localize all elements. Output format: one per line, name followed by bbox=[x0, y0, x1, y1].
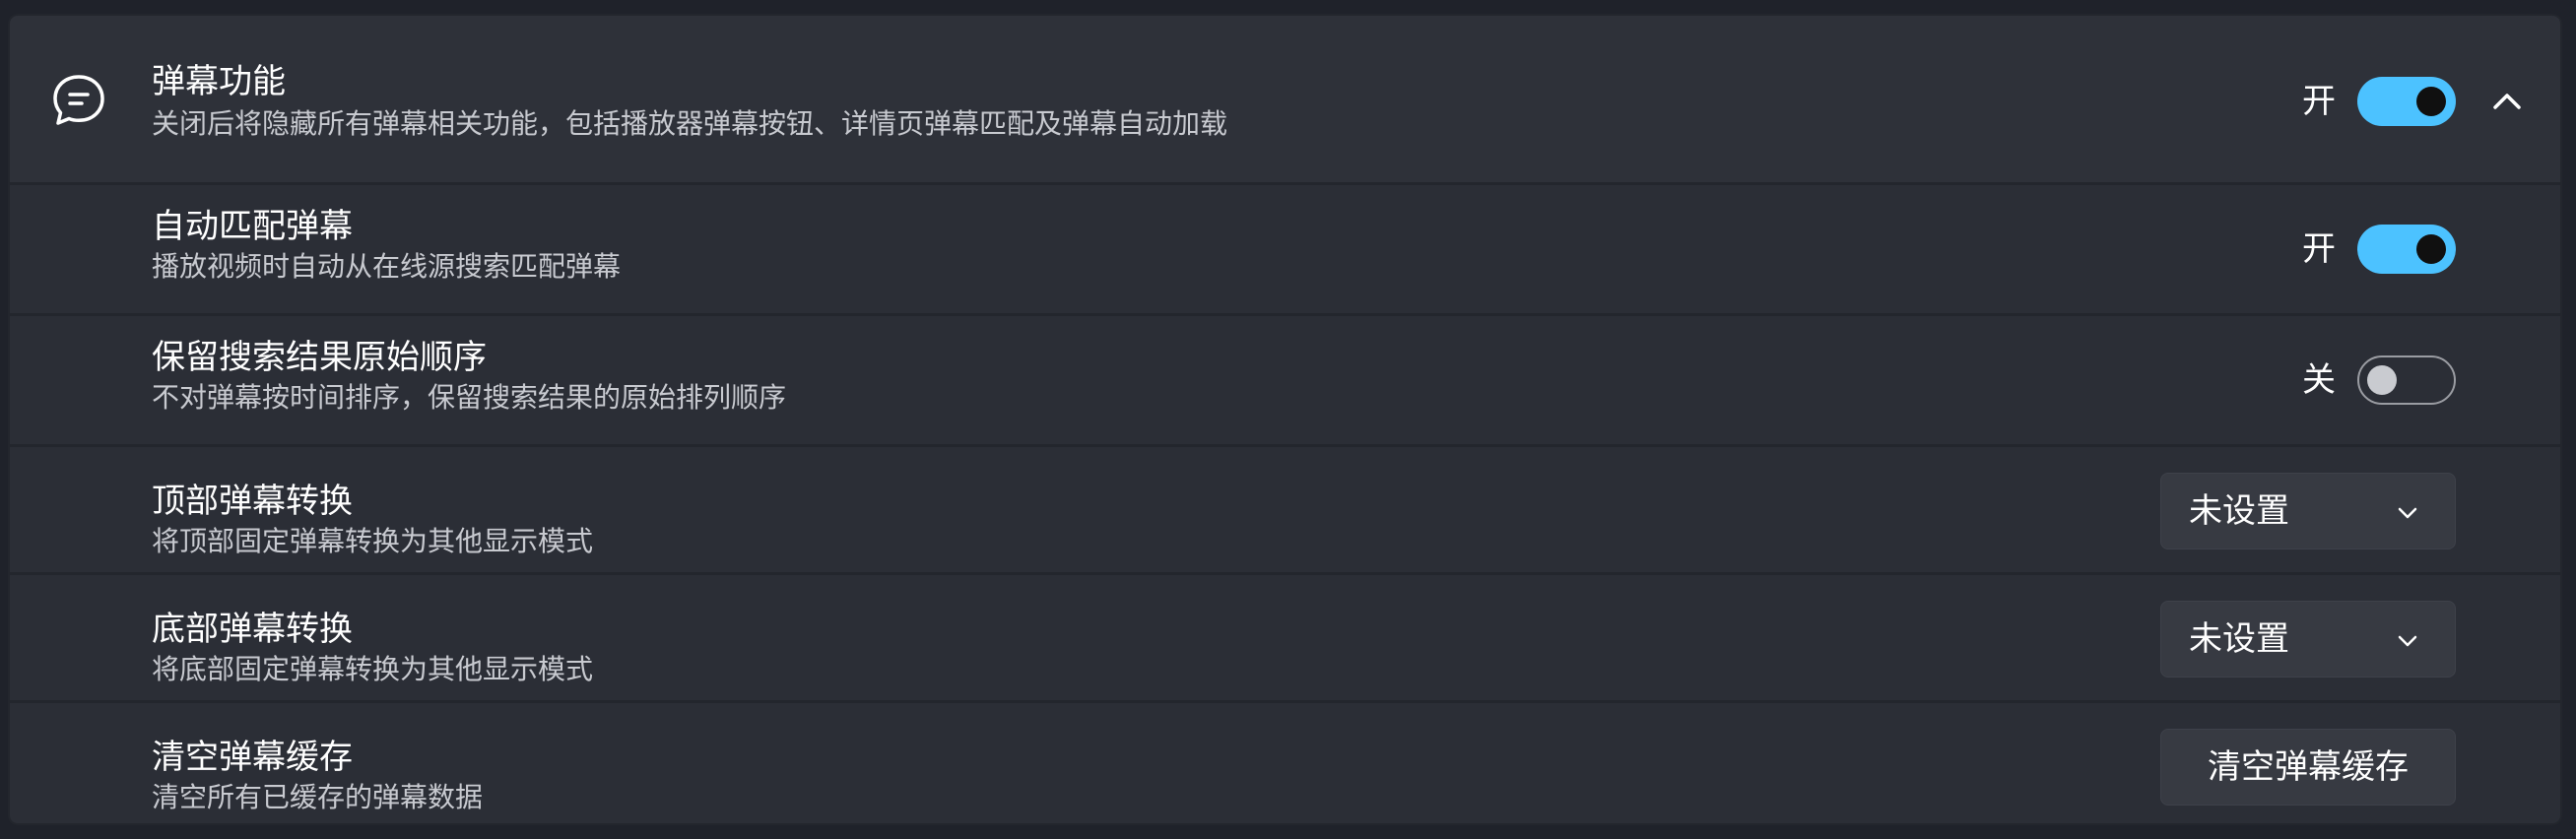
danmaku-feature-header[interactable]: 弹幕功能 关闭后将隐藏所有弹幕相关功能，包括播放器弹幕按钮、详情页弹幕匹配及弹幕… bbox=[10, 16, 2560, 185]
danmaku-feature-title: 弹幕功能 bbox=[152, 62, 286, 101]
setting-state-label: 关 bbox=[2302, 360, 2336, 400]
setting-row-top-convert: 顶部弹幕转换 将顶部固定弹幕转换为其他显示模式 未设置 bbox=[10, 447, 2560, 575]
dropdown-selected-value: 未设置 bbox=[2189, 619, 2289, 659]
clear-cache-button[interactable]: 清空弹幕缓存 bbox=[2160, 729, 2456, 806]
danmaku-settings-panel: 弹幕功能 关闭后将隐藏所有弹幕相关功能，包括播放器弹幕按钮、详情页弹幕匹配及弹幕… bbox=[8, 14, 2562, 825]
auto-match-toggle[interactable] bbox=[2357, 225, 2456, 274]
setting-title: 清空弹幕缓存 bbox=[152, 738, 353, 777]
toggle-knob bbox=[2416, 234, 2446, 264]
chevron-down-icon bbox=[2396, 629, 2419, 653]
setting-description: 将顶部固定弹幕转换为其他显示模式 bbox=[152, 525, 594, 557]
danmaku-feature-state-label: 开 bbox=[2302, 82, 2336, 121]
setting-description: 不对弹幕按时间排序，保留搜索结果的原始排列顺序 bbox=[152, 381, 787, 414]
chevron-up-icon[interactable] bbox=[2487, 82, 2527, 121]
top-convert-dropdown[interactable]: 未设置 bbox=[2160, 473, 2456, 549]
toggle-knob bbox=[2367, 365, 2397, 395]
setting-row-keep-order: 保留搜索结果原始顺序 不对弹幕按时间排序，保留搜索结果的原始排列顺序 关 bbox=[10, 316, 2560, 447]
setting-row-auto-match: 自动匹配弹幕 播放视频时自动从在线源搜索匹配弹幕 开 bbox=[10, 185, 2560, 316]
setting-row-clear-cache: 清空弹幕缓存 清空所有已缓存的弹幕数据 清空弹幕缓存 bbox=[10, 703, 2560, 823]
chevron-down-icon bbox=[2396, 501, 2419, 525]
setting-title: 顶部弹幕转换 bbox=[152, 482, 353, 521]
setting-title: 自动匹配弹幕 bbox=[152, 207, 353, 246]
setting-description: 清空所有已缓存的弹幕数据 bbox=[152, 781, 484, 813]
setting-description: 将底部固定弹幕转换为其他显示模式 bbox=[152, 653, 594, 685]
danmaku-feature-toggle[interactable] bbox=[2357, 77, 2456, 126]
setting-title: 保留搜索结果原始顺序 bbox=[152, 338, 487, 377]
setting-state-label: 开 bbox=[2302, 229, 2336, 269]
toggle-knob bbox=[2416, 87, 2446, 116]
chat-bubble-icon bbox=[49, 71, 108, 130]
setting-title: 底部弹幕转换 bbox=[152, 610, 353, 649]
setting-description: 播放视频时自动从在线源搜索匹配弹幕 bbox=[152, 250, 622, 283]
keep-order-toggle[interactable] bbox=[2357, 355, 2456, 405]
setting-row-bottom-convert: 底部弹幕转换 将底部固定弹幕转换为其他显示模式 未设置 bbox=[10, 575, 2560, 703]
bottom-convert-dropdown[interactable]: 未设置 bbox=[2160, 601, 2456, 678]
danmaku-feature-description: 关闭后将隐藏所有弹幕相关功能，包括播放器弹幕按钮、详情页弹幕匹配及弹幕自动加载 bbox=[152, 107, 1228, 140]
dropdown-selected-value: 未设置 bbox=[2189, 491, 2289, 531]
